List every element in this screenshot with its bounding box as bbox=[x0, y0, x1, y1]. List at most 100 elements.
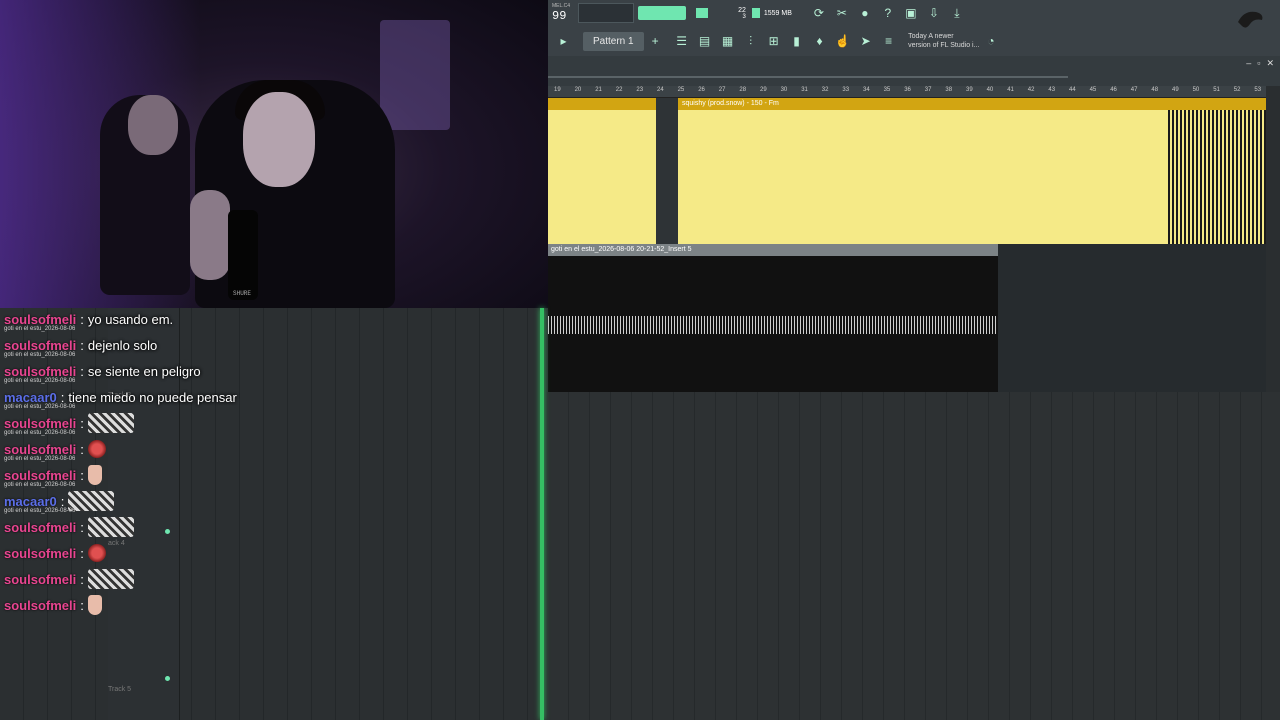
plugin-db-icon[interactable]: ♦ bbox=[811, 32, 829, 50]
update-icon[interactable]: ◔ bbox=[982, 32, 1000, 50]
chat-text: dejenlo solo bbox=[87, 337, 158, 353]
timeline-overview[interactable] bbox=[548, 56, 1280, 86]
chat-text: se siente en peligro bbox=[87, 363, 201, 379]
output-meter bbox=[638, 6, 687, 20]
playhead[interactable] bbox=[540, 308, 544, 720]
clip-waveform bbox=[1168, 110, 1266, 244]
track-led[interactable] bbox=[165, 676, 170, 681]
chat-separator: : bbox=[80, 311, 84, 327]
ruler-tick: 24 bbox=[657, 87, 664, 93]
ruler-tick: 34 bbox=[863, 87, 870, 93]
ruler-tick: 32 bbox=[821, 87, 829, 93]
chat-username: soulsofmeli bbox=[4, 571, 77, 587]
info-icon[interactable]: ≡ bbox=[880, 32, 898, 50]
ruler-tick: 25 bbox=[677, 87, 685, 93]
track-label-4[interactable]: ack 4 bbox=[108, 540, 125, 547]
fl-fruit-logo[interactable] bbox=[1234, 8, 1266, 30]
ruler-tick: 28 bbox=[739, 87, 747, 93]
recording-waveform bbox=[548, 316, 998, 334]
loop-icon[interactable]: ⟳ bbox=[810, 4, 828, 22]
chat-emote bbox=[87, 440, 106, 458]
webcam-feed: SHURE bbox=[0, 0, 548, 308]
fl-toolbar: MEL.C4 99 22 3 1559 MB ⟳ ✂ ● ? ▣ ⇩ ⤓ ▸ P… bbox=[548, 0, 1280, 56]
chat-emote bbox=[87, 569, 134, 589]
chat-separator: : bbox=[60, 493, 65, 509]
chat-emote bbox=[87, 544, 106, 562]
browser-icon[interactable]: ⊞ bbox=[765, 32, 783, 50]
chat-emote bbox=[87, 413, 134, 433]
face bbox=[128, 95, 178, 155]
channel-rack-icon[interactable]: ▦ bbox=[719, 32, 737, 50]
ruler-tick: 21 bbox=[595, 87, 602, 93]
face bbox=[243, 92, 315, 187]
chat-separator: : bbox=[60, 389, 65, 405]
chat-emote bbox=[87, 517, 134, 537]
ruler-tick: 42 bbox=[1027, 87, 1035, 93]
help-icon[interactable]: ? bbox=[879, 4, 897, 22]
chat-message: soulsofmeli: bbox=[4, 514, 134, 540]
chat-username: soulsofmeli bbox=[4, 467, 77, 483]
track-2-lane[interactable]: goti en el estu_2026-08-06 20-21-52_Inse… bbox=[548, 244, 1266, 392]
mic-brand-label: SHURE bbox=[233, 290, 252, 297]
time-ruler[interactable]: 19 20 21 22 23 24 25 26 27 28 29 30 31 32 33 34 35 36 37 38… bbox=[548, 86, 1266, 98]
person-left bbox=[100, 95, 190, 295]
chat-username: macaar0 bbox=[4, 493, 57, 509]
mic-icon[interactable]: ● bbox=[856, 4, 874, 22]
track-1-lane[interactable]: squishy (prod.snow) - 150 - Fm bbox=[548, 98, 1266, 244]
piano-roll-icon[interactable]: ▤ bbox=[696, 32, 714, 50]
add-pattern-icon[interactable]: + bbox=[646, 32, 664, 50]
arm bbox=[190, 190, 230, 280]
minimize-icon[interactable]: – bbox=[1246, 58, 1251, 69]
playlist-icon[interactable]: ☰ bbox=[673, 32, 691, 50]
ruler-tick: 37 bbox=[924, 87, 932, 93]
clip-title: goti en el estu_2026-08-06 20-21-52_Inse… bbox=[548, 244, 998, 256]
chat-separator: : bbox=[80, 363, 84, 379]
ruler-tick: 19 bbox=[554, 87, 561, 93]
chat-message: soulsofmeli: bbox=[4, 566, 134, 592]
plugin-icon[interactable]: ▮ bbox=[788, 32, 806, 50]
save-icon[interactable]: ▣ bbox=[902, 4, 920, 22]
chat-username: soulsofmeli bbox=[4, 363, 77, 379]
chat-separator: : bbox=[80, 441, 84, 457]
ruler-tick: 41 bbox=[1007, 87, 1014, 93]
chat-username: soulsofmeli bbox=[4, 415, 77, 431]
ruler-tick: 27 bbox=[718, 87, 726, 93]
chat-username: soulsofmeli bbox=[4, 311, 77, 327]
tempo-display[interactable]: 99 bbox=[552, 9, 570, 23]
ruler-tick: 33 bbox=[842, 87, 850, 93]
scrollbar[interactable] bbox=[548, 76, 1068, 78]
chat-username: soulsofmeli bbox=[4, 337, 77, 353]
ruler-tick: 53 bbox=[1254, 87, 1262, 93]
maximize-icon[interactable]: ▫ bbox=[1257, 58, 1260, 69]
ruler-tick: 44 bbox=[1069, 87, 1076, 93]
track-area-right[interactable] bbox=[548, 392, 1280, 720]
chat-text: tiene miedo no puede pensar bbox=[68, 389, 237, 405]
ruler-tick: 46 bbox=[1110, 87, 1117, 93]
ruler-tick: 31 bbox=[801, 87, 808, 93]
close-icon[interactable]: ✕ bbox=[1266, 58, 1274, 69]
ruler-tick: 52 bbox=[1233, 87, 1241, 93]
ruler-tick: 36 bbox=[904, 87, 911, 93]
audio-clip-left[interactable] bbox=[548, 98, 656, 244]
window-light bbox=[380, 20, 450, 130]
track-led[interactable] bbox=[165, 529, 170, 534]
chat-emote bbox=[87, 465, 102, 485]
chat-emote bbox=[87, 595, 102, 615]
window-controls: – ▫ ✕ bbox=[1246, 58, 1274, 69]
hint-line-2[interactable]: version of FL Studio i... bbox=[908, 41, 979, 50]
cut-icon[interactable]: ✂ bbox=[833, 4, 851, 22]
mixer-icon[interactable]: ⫶ bbox=[742, 32, 760, 50]
chat-separator: : bbox=[80, 337, 84, 353]
download-icon[interactable]: ⤓ bbox=[948, 4, 966, 22]
touch-icon[interactable]: ☝ bbox=[834, 32, 852, 50]
pattern-selector[interactable]: Pattern 1 bbox=[583, 31, 644, 51]
cpu-meter bbox=[696, 8, 709, 18]
chat-username: soulsofmeli bbox=[4, 545, 77, 561]
track-label-5[interactable]: Track 5 bbox=[108, 686, 131, 693]
export-icon[interactable]: ⇩ bbox=[925, 4, 943, 22]
arrow-icon[interactable]: ➤ bbox=[857, 32, 875, 50]
chat-username: soulsofmeli bbox=[4, 441, 77, 457]
audio-clip-recording[interactable]: goti en el estu_2026-08-06 20-21-52_Inse… bbox=[548, 244, 998, 392]
play-pattern-icon[interactable]: ▸ bbox=[555, 32, 573, 50]
ruler-tick: 30 bbox=[780, 87, 788, 93]
